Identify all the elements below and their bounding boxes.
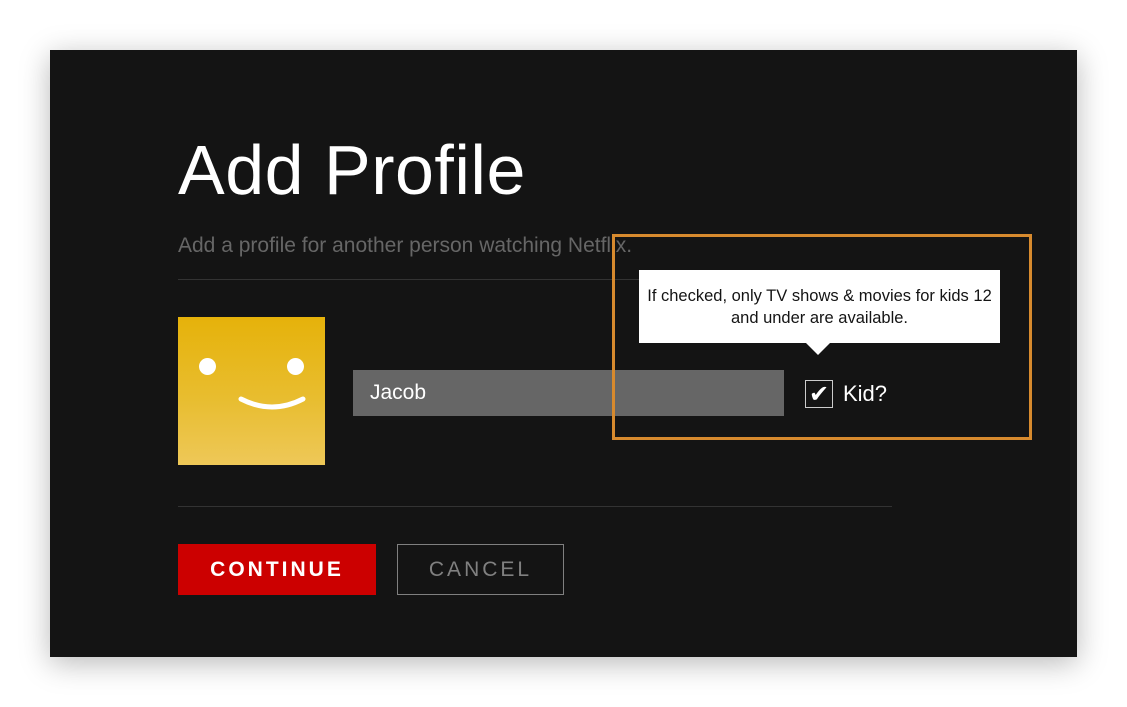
avatar-smile <box>238 396 306 410</box>
avatar-left-eye <box>199 358 216 375</box>
smiley-face-icon[interactable] <box>178 317 325 465</box>
cancel-button[interactable]: CANCEL <box>397 544 564 595</box>
add-profile-dialog: Add Profile Add a profile for another pe… <box>50 50 1077 657</box>
avatar-right-eye <box>287 358 304 375</box>
page-title: Add Profile <box>178 131 526 209</box>
highlight-box <box>612 234 1032 440</box>
page-subtitle: Add a profile for another person watchin… <box>178 234 633 257</box>
continue-button[interactable]: CONTINUE <box>178 544 376 595</box>
divider-bottom <box>178 506 892 507</box>
